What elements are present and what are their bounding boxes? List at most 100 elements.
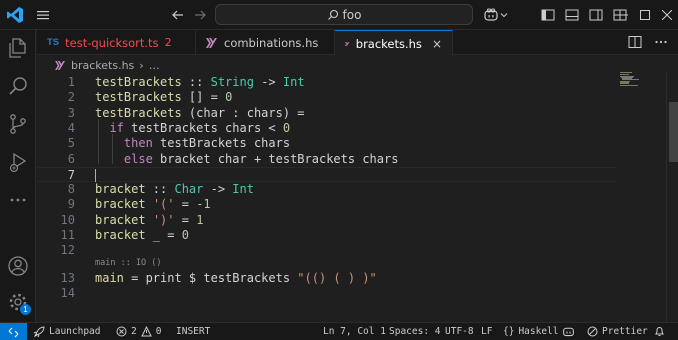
code-text: then testBrackets chars [95,136,290,151]
line-number: 5 [67,136,75,151]
close-button[interactable] [656,0,678,30]
code-line[interactable]: 9 bracket '(' = -1 [37,197,617,212]
code-text: bracket '(' = -1 [95,197,211,212]
back-arrow-icon[interactable] [170,7,186,23]
command-center-search[interactable]: foo [215,4,473,25]
code-token: testBrackets chars < [123,120,283,135]
close-tab-icon[interactable]: × [432,37,442,51]
code-text: else bracket char + testBrackets chars [95,151,399,167]
code-line[interactable]: 5 then testBrackets chars [37,136,617,151]
code-line[interactable]: 1 testBrackets :: String -> Int [37,75,617,90]
code-line[interactable]: 14 [37,286,617,301]
menu-icon[interactable] [36,8,50,22]
notifications-button[interactable] [654,323,665,340]
code-token: bracket [95,197,146,212]
line-number: 13 [60,270,75,285]
toggle-primary-sidebar-icon[interactable] [540,7,556,23]
code-text: bracket _ = 0 [95,228,189,243]
source-control-button[interactable] [0,106,36,142]
prettier-label: Prettier [602,326,648,337]
problems-count: 2 [164,36,172,49]
language-mode[interactable]: {} Haskell [503,323,559,340]
breadcrumb-symbols[interactable]: … [149,59,160,72]
code-text: bracket :: Char -> Int [95,182,254,197]
copilot-button[interactable] [483,6,509,24]
code-token: ')' [152,212,175,227]
launchpad-item[interactable]: Launchpad [33,323,100,340]
tab-label: brackets.hs [355,36,422,51]
error-icon [116,326,127,337]
more-button[interactable] [0,182,36,218]
code-line[interactable]: 3 testBrackets (char : chars) = [37,106,617,121]
line-number: 2 [67,90,75,105]
search-button[interactable] [0,68,36,104]
tab-brackets[interactable]: brackets.hs × [335,30,453,56]
problems-item[interactable]: 2 0 [116,323,161,340]
code-line[interactable]: 12 [37,243,617,258]
line-number: 9 [67,197,75,212]
code-token: -> [203,182,233,197]
code-line[interactable]: 6 else bracket char + testBrackets chars [37,152,617,167]
language-label: Haskell [518,326,559,337]
code-token: "(() ( ) )" [297,270,377,285]
run-debug-icon [9,152,27,173]
minimize-button[interactable] [612,0,634,30]
prettier-item[interactable]: Prettier [587,323,648,340]
maximize-icon [640,10,650,20]
code-token: (char : chars) = [181,105,305,120]
code-token: -> [253,75,283,89]
code-line[interactable]: 7 [37,166,617,182]
code-line[interactable]: 13 main = print $ testBrackets "(() ( ) )… [37,271,617,286]
code-token: if [109,120,124,135]
encoding[interactable]: UTF-8 [445,323,474,340]
code-token: testBrackets chars [152,136,291,151]
remote-indicator[interactable] [0,323,27,340]
run-debug-button[interactable] [0,144,36,180]
warning-count: 0 [155,326,162,337]
code-text: bracket ')' = 1 [95,213,203,228]
code-token: String [210,75,254,89]
explorer-button[interactable] [0,30,36,66]
code-token: = [174,212,197,227]
indentation[interactable]: Spaces: 4 [389,323,440,340]
more-actions-icon[interactable] [654,35,668,49]
search-icon [9,77,27,95]
split-editor-icon[interactable] [628,35,642,49]
manage-button[interactable]: 1 [0,284,36,320]
code-line[interactable]: 8 bracket :: Char -> Int [37,182,617,197]
code-token: bracket [95,212,146,227]
code-token: bracket char + testBrackets chars [152,151,399,166]
code-token: testBrackets [95,90,182,105]
scrollbar-thumb[interactable] [669,102,678,162]
line-number: 6 [67,151,75,166]
code-line[interactable]: 11 bracket _ = 0 [37,228,617,243]
minimap[interactable] [620,72,642,86]
tab-combinations[interactable]: combinations.hs [196,30,335,55]
account-button[interactable] [0,248,36,284]
code-text: if testBrackets chars < 0 [95,121,290,136]
toggle-secondary-sidebar-icon[interactable] [588,7,604,23]
code-token: bracket [95,182,146,197]
toggle-panel-icon[interactable] [564,7,580,23]
haskell-icon [55,60,65,70]
code-editor[interactable]: main :: IO () 1 testBrackets :: String ->… [37,74,665,322]
manage-badge: 1 [20,304,31,315]
title-bar: foo [0,0,678,30]
code-lens-type-hint[interactable]: main :: IO () [95,257,162,269]
cursor-position[interactable]: Ln 7, Col 1 [323,323,386,340]
maximize-button[interactable] [634,0,656,30]
code-token: 0 [225,90,233,105]
copilot-status[interactable] [562,323,575,340]
tab-test-quicksort[interactable]: TS test-quicksort.ts 2 [37,30,196,55]
code-text: testBrackets (char : chars) = [95,106,305,121]
code-text: testBrackets :: String -> Int [95,75,305,90]
account-icon [8,256,28,276]
code-line[interactable]: 4 if testBrackets chars < 0 [37,121,617,136]
code-line[interactable]: 10 bracket ')' = 1 [37,213,617,228]
end-of-line[interactable]: LF [481,323,492,340]
vertical-scrollbar[interactable] [666,72,678,322]
code-line[interactable]: 2 testBrackets [] = 0 [37,90,617,105]
close-icon [662,10,672,20]
breadcrumb-file[interactable]: brackets.hs [71,59,134,72]
forward-arrow-icon[interactable] [192,7,208,23]
